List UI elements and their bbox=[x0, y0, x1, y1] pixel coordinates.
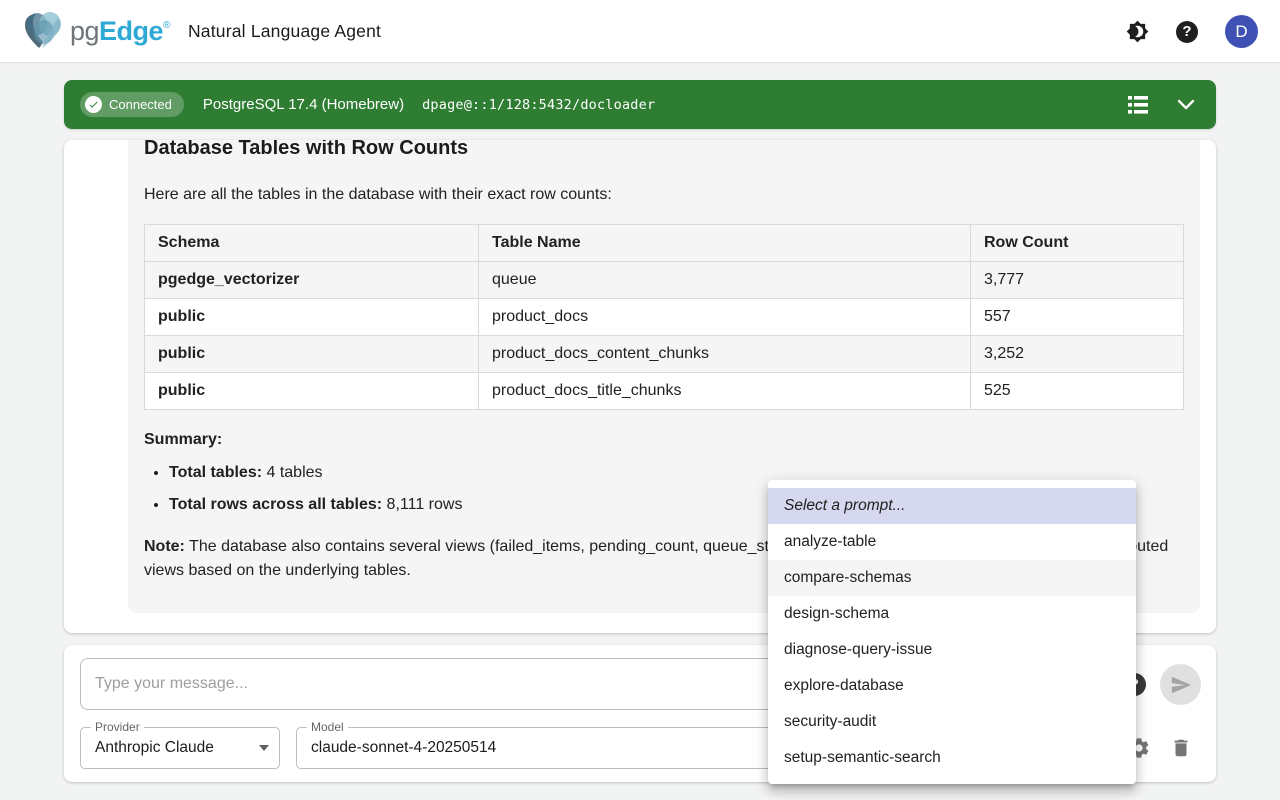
prompt-menu-placeholder[interactable]: Select a prompt... bbox=[768, 488, 1136, 524]
logo-pg: pg bbox=[70, 16, 99, 47]
model-value: claude-sonnet-4-20250514 bbox=[311, 739, 496, 757]
menu-item-diagnose-query-issue[interactable]: diagnose-query-issue bbox=[768, 632, 1136, 668]
cell-row-count: 3,252 bbox=[971, 336, 1184, 373]
prompt-dropdown-menu: Select a prompt... analyze-table compare… bbox=[768, 480, 1136, 784]
caret-down-icon bbox=[259, 745, 269, 751]
table-row: public product_docs 557 bbox=[145, 299, 1184, 336]
bullet-value: 8,111 rows bbox=[382, 496, 462, 513]
server-version-label: PostgreSQL 17.4 (Homebrew) bbox=[203, 96, 404, 113]
summary-heading: Summary: bbox=[144, 431, 1184, 449]
connection-details-button[interactable] bbox=[1126, 93, 1150, 117]
cell-row-count: 557 bbox=[971, 299, 1184, 336]
cell-table-name: queue bbox=[479, 262, 971, 299]
dark-mode-toggle-button[interactable] bbox=[1125, 20, 1149, 44]
menu-item-setup-semantic-search[interactable]: setup-semantic-search bbox=[768, 740, 1136, 776]
message-intro: Here are all the tables in the database … bbox=[144, 183, 1184, 207]
bullet-label: Total tables: bbox=[169, 464, 262, 481]
table-row: public product_docs_title_chunks 525 bbox=[145, 373, 1184, 410]
send-icon bbox=[1170, 674, 1192, 696]
chevron-down-icon bbox=[1177, 99, 1195, 110]
server-list-icon bbox=[1127, 95, 1149, 115]
provider-select[interactable]: Provider Anthropic Claude bbox=[80, 727, 280, 769]
cell-row-count: 3,777 bbox=[971, 262, 1184, 299]
message-heading: Database Tables with Row Counts bbox=[144, 140, 1184, 162]
cell-schema: public bbox=[145, 299, 479, 336]
pgedge-logo-text: pgEdge® bbox=[70, 16, 170, 47]
user-avatar[interactable]: D bbox=[1225, 15, 1258, 48]
table-row: pgedge_vectorizer queue 3,777 bbox=[145, 262, 1184, 299]
help-button[interactable]: ? bbox=[1175, 20, 1199, 44]
cell-schema: public bbox=[145, 373, 479, 410]
logo-registered-mark: ® bbox=[163, 20, 170, 31]
menu-item-design-schema[interactable]: design-schema bbox=[768, 596, 1136, 632]
menu-item-compare-schemas[interactable]: compare-schemas bbox=[768, 560, 1136, 596]
model-label: Model bbox=[307, 720, 348, 734]
menu-item-explore-database[interactable]: explore-database bbox=[768, 668, 1136, 704]
cell-table-name: product_docs_content_chunks bbox=[479, 336, 971, 373]
page-title: Natural Language Agent bbox=[188, 21, 381, 42]
col-header-row-count: Row Count bbox=[971, 225, 1184, 262]
note-label: Note: bbox=[144, 538, 185, 555]
pgedge-heart-icon bbox=[22, 10, 68, 52]
cell-schema: pgedge_vectorizer bbox=[145, 262, 479, 299]
bullet-label: Total rows across all tables: bbox=[169, 496, 382, 513]
provider-label: Provider bbox=[91, 720, 144, 734]
send-button[interactable] bbox=[1160, 664, 1201, 705]
collapse-connection-button[interactable] bbox=[1174, 93, 1198, 117]
cell-table-name: product_docs bbox=[479, 299, 971, 336]
bullet-value: 4 tables bbox=[262, 464, 322, 481]
connection-bar-actions bbox=[1126, 80, 1198, 129]
pgedge-logo: pgEdge® bbox=[22, 10, 170, 52]
menu-item-security-audit[interactable]: security-audit bbox=[768, 704, 1136, 740]
check-circle-icon bbox=[85, 96, 102, 113]
table-row: public product_docs_content_chunks 3,252 bbox=[145, 336, 1184, 373]
provider-value: Anthropic Claude bbox=[95, 739, 214, 757]
cell-row-count: 525 bbox=[971, 373, 1184, 410]
app-window: pgEdge® Natural Language Agent ? D Conne… bbox=[0, 0, 1280, 800]
connection-status-label: Connected bbox=[109, 97, 172, 112]
col-header-schema: Schema bbox=[145, 225, 479, 262]
connection-status-badge: Connected bbox=[80, 92, 184, 117]
row-counts-table: Schema Table Name Row Count pgedge_vecto… bbox=[144, 224, 1184, 410]
header-actions: ? D bbox=[1125, 0, 1258, 63]
table-header-row: Schema Table Name Row Count bbox=[145, 225, 1184, 262]
cell-schema: public bbox=[145, 336, 479, 373]
trash-icon bbox=[1170, 737, 1192, 759]
connection-bar: Connected PostgreSQL 17.4 (Homebrew) dpa… bbox=[64, 80, 1216, 129]
brightness-icon bbox=[1126, 20, 1149, 43]
logo-edge: Edge bbox=[99, 16, 163, 47]
menu-item-analyze-table[interactable]: analyze-table bbox=[768, 524, 1136, 560]
app-header: pgEdge® Natural Language Agent ? D bbox=[0, 0, 1280, 63]
cell-table-name: product_docs_title_chunks bbox=[479, 373, 971, 410]
clear-chat-button[interactable] bbox=[1170, 736, 1194, 760]
col-header-table-name: Table Name bbox=[479, 225, 971, 262]
connection-string: dpage@::1/128:5432/docloader bbox=[422, 97, 655, 113]
help-icon: ? bbox=[1176, 21, 1198, 43]
